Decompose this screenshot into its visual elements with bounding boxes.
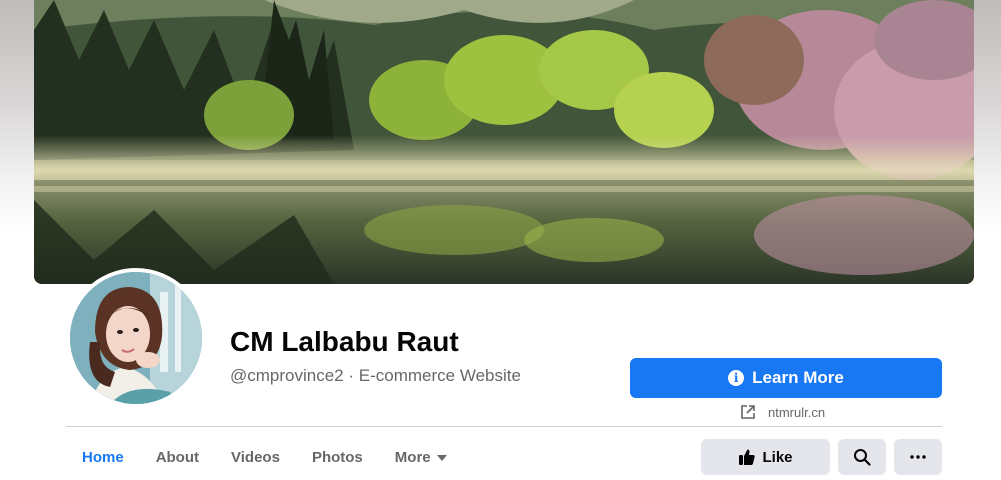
more-dots-icon — [910, 455, 926, 459]
external-link-icon — [740, 404, 756, 420]
tab-photos-label: Photos — [311, 448, 363, 466]
page-subtitle: @cmprovince2 · E-commerce Website — [230, 366, 521, 386]
cover-photo[interactable] — [34, 0, 974, 284]
avatar-image — [70, 272, 202, 404]
website-link[interactable]: ntmrulr.cn — [740, 402, 825, 422]
like-label: Like — [762, 448, 793, 466]
tab-home-label: Home — [82, 448, 124, 466]
page-category: E-commerce Website — [358, 366, 521, 385]
website-link-text: ntmrulr.cn — [768, 404, 826, 420]
subtitle-separator: · — [348, 366, 355, 385]
caret-down-icon — [436, 455, 447, 461]
tab-videos[interactable]: Videos — [215, 434, 296, 480]
tab-videos-label: Videos — [231, 448, 280, 466]
info-icon: i — [728, 370, 745, 386]
search-icon — [853, 448, 871, 466]
tab-photos[interactable]: Photos — [296, 434, 379, 480]
tab-more-label: More — [394, 448, 431, 466]
learn-more-label: Learn More — [752, 368, 844, 387]
tab-about-label: About — [155, 448, 200, 466]
tab-home[interactable]: Home — [66, 434, 140, 480]
search-button[interactable] — [838, 439, 886, 475]
tab-about[interactable]: About — [140, 434, 215, 480]
thumbs-up-icon — [738, 448, 756, 466]
header-divider — [66, 426, 942, 427]
page-title: CM Lalbabu Raut — [230, 326, 459, 357]
cover-landscape-image — [34, 0, 974, 284]
page-tabs: Home About Videos Photos More — [66, 434, 463, 480]
profile-picture[interactable] — [66, 268, 206, 408]
learn-more-button[interactable]: i Learn More — [630, 358, 942, 398]
page-handle: @cmprovince2 — [230, 366, 344, 385]
like-button[interactable]: Like — [701, 439, 830, 475]
more-options-button[interactable] — [894, 439, 942, 475]
tab-more[interactable]: More — [379, 434, 463, 480]
avatar — [70, 272, 202, 404]
